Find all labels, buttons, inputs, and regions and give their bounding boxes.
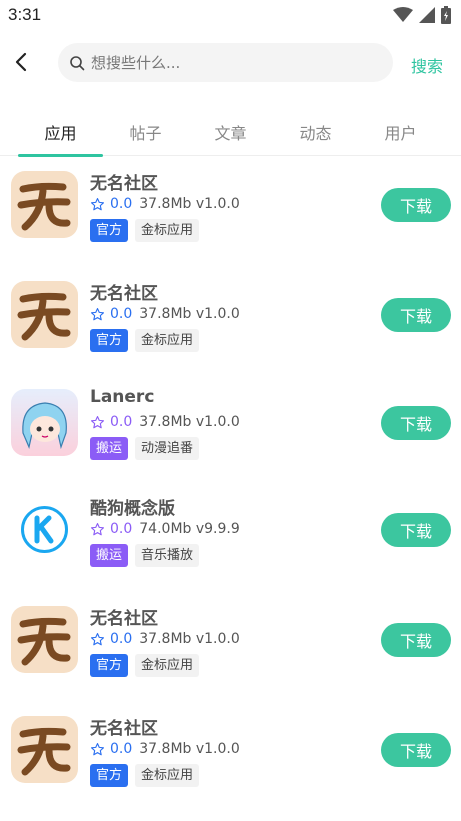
- app-meta: 0.0 37.8Mb v1.0.0: [90, 631, 240, 647]
- app-row-1[interactable]: 无名社区 0.0 37.8Mb v1.0.0 官方 金标应用 下载: [0, 160, 461, 260]
- app-row-4[interactable]: 酷狗概念版 0.0 74.0Mb v9.9.9 搬运 音乐播放 下载: [0, 485, 461, 585]
- category-badge: 金标应用: [135, 329, 200, 352]
- search-button[interactable]: 搜索: [411, 53, 443, 77]
- app-meta: 0.0 74.0Mb v9.9.9: [90, 521, 240, 537]
- search-bar: 搜索: [0, 40, 461, 86]
- category-badge: 金标应用: [135, 219, 200, 242]
- rating-value: 0.0: [110, 414, 133, 430]
- tab-bar: 应用 帖子 文章 动态 用户: [0, 108, 461, 157]
- wuming-logo-icon: [11, 281, 78, 348]
- app-icon: [11, 389, 78, 456]
- search-input[interactable]: [91, 53, 371, 72]
- app-icon: [11, 496, 78, 563]
- size-version: 37.8Mb v1.0.0: [139, 631, 240, 647]
- tag-list: 搬运 音乐播放: [90, 544, 200, 567]
- app-icon: [11, 171, 78, 238]
- status-time: 3:31: [8, 5, 42, 24]
- rating-value: 0.0: [110, 521, 133, 537]
- tag-badge: 官方: [90, 764, 129, 787]
- download-button[interactable]: 下载: [381, 513, 451, 547]
- star-icon: [91, 307, 104, 320]
- tag-badge: 搬运: [90, 544, 129, 567]
- app-icon: [11, 716, 78, 783]
- star-icon: [91, 197, 104, 210]
- wuming-logo-icon: [11, 606, 78, 673]
- star-icon: [91, 415, 104, 428]
- signal-icon: [419, 7, 435, 23]
- app-icon: [11, 606, 78, 673]
- app-meta: 0.0 37.8Mb v1.0.0: [90, 741, 240, 757]
- app-name: 无名社区: [90, 719, 158, 739]
- app-row-3[interactable]: Lanerc 0.0 37.8Mb v1.0.0 搬运 动漫追番 下载: [0, 378, 461, 478]
- rating-value: 0.0: [110, 741, 133, 757]
- tag-badge: 官方: [90, 329, 129, 352]
- size-version: 37.8Mb v1.0.0: [139, 414, 240, 430]
- status-icons: [393, 6, 451, 24]
- tag-badge: 官方: [90, 219, 129, 242]
- tab-apps[interactable]: 应用: [18, 120, 103, 144]
- app-icon: [11, 281, 78, 348]
- rating-value: 0.0: [110, 631, 133, 647]
- size-version: 37.8Mb v1.0.0: [139, 196, 240, 212]
- app-meta: 0.0 37.8Mb v1.0.0: [90, 414, 240, 430]
- star-icon: [91, 522, 104, 535]
- search-icon: [70, 55, 85, 70]
- tab-moments[interactable]: 动态: [273, 120, 358, 144]
- tab-indicator: [18, 154, 103, 157]
- category-badge: 金标应用: [135, 764, 200, 787]
- app-meta: 0.0 37.8Mb v1.0.0: [90, 306, 240, 322]
- star-icon: [91, 742, 104, 755]
- status-bar: 3:31: [0, 0, 461, 32]
- kugou-logo-icon: [11, 496, 78, 563]
- category-badge: 金标应用: [135, 654, 200, 677]
- app-name: 无名社区: [90, 174, 158, 194]
- wifi-icon: [393, 7, 413, 22]
- rating-value: 0.0: [110, 306, 133, 322]
- anime-avatar-icon: [11, 389, 78, 456]
- category-badge: 动漫追番: [135, 437, 200, 460]
- size-version: 74.0Mb v9.9.9: [139, 521, 240, 537]
- download-button[interactable]: 下载: [381, 406, 451, 440]
- download-button[interactable]: 下载: [381, 733, 451, 767]
- wuming-logo-icon: [11, 171, 78, 238]
- tag-list: 官方 金标应用: [90, 219, 200, 242]
- tab-users[interactable]: 用户: [358, 120, 443, 144]
- tag-list: 官方 金标应用: [90, 764, 200, 787]
- battery-icon: [441, 6, 451, 24]
- tag-list: 官方 金标应用: [90, 329, 200, 352]
- app-row-5[interactable]: 无名社区 0.0 37.8Mb v1.0.0 官方 金标应用 下载: [0, 595, 461, 695]
- tag-list: 搬运 动漫追番: [90, 437, 200, 460]
- app-name: 无名社区: [90, 609, 158, 629]
- search-box[interactable]: [58, 43, 393, 82]
- app-meta: 0.0 37.8Mb v1.0.0: [90, 196, 240, 212]
- category-badge: 音乐播放: [135, 544, 200, 567]
- tag-badge: 官方: [90, 654, 129, 677]
- app-name: 酷狗概念版: [90, 499, 175, 519]
- tag-list: 官方 金标应用: [90, 654, 200, 677]
- tab-posts[interactable]: 帖子: [103, 120, 188, 144]
- wuming-logo-icon: [11, 716, 78, 783]
- app-row-6[interactable]: 无名社区 0.0 37.8Mb v1.0.0 官方 金标应用 下载: [0, 705, 461, 805]
- tag-badge: 搬运: [90, 437, 129, 460]
- chevron-left-icon: [15, 52, 27, 72]
- download-button[interactable]: 下载: [381, 298, 451, 332]
- back-button[interactable]: [10, 50, 34, 74]
- size-version: 37.8Mb v1.0.0: [139, 306, 240, 322]
- download-button[interactable]: 下载: [381, 623, 451, 657]
- download-button[interactable]: 下载: [381, 188, 451, 222]
- tab-articles[interactable]: 文章: [188, 120, 273, 144]
- app-name: Lanerc: [90, 387, 155, 407]
- star-icon: [91, 632, 104, 645]
- size-version: 37.8Mb v1.0.0: [139, 741, 240, 757]
- app-name: 无名社区: [90, 284, 158, 304]
- rating-value: 0.0: [110, 196, 133, 212]
- app-row-2[interactable]: 无名社区 0.0 37.8Mb v1.0.0 官方 金标应用 下载: [0, 270, 461, 370]
